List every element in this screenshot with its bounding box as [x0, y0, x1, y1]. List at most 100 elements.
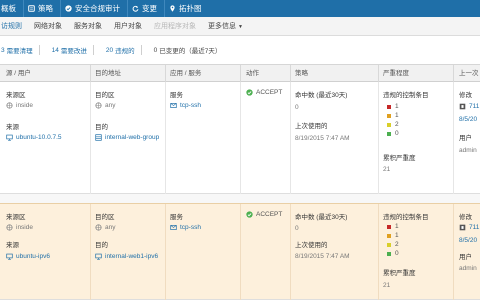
severity-critical-swatch	[387, 224, 391, 229]
revision-id: 711	[469, 224, 480, 231]
filter-label: 需要改进	[60, 48, 87, 55]
cumulative-value: 21	[383, 166, 391, 173]
filter-label: 违规的	[115, 48, 135, 55]
filter-divider	[38, 45, 40, 55]
service-text: tcp-ssh	[180, 224, 201, 231]
severity-high-swatch	[387, 233, 391, 238]
hits-label: 命中数 (最近30天)	[295, 214, 348, 221]
tab-user-objects[interactable]: 用户对象	[108, 17, 148, 36]
violation-high: 1	[387, 111, 399, 120]
service-link[interactable]: tcp-ssh	[170, 102, 201, 109]
column-divider	[290, 65, 291, 82]
column-divider	[90, 82, 91, 194]
last-used-value: 8/19/2015 7:47 AM	[295, 135, 350, 142]
column-divider	[453, 82, 454, 194]
tab-access-rules-label: 访规则	[1, 22, 22, 30]
dest-host-text: internal-web1-ipv6	[105, 253, 159, 260]
source-host-link[interactable]: ubuntu-ipv6	[6, 253, 50, 260]
violation-count: 2	[395, 121, 399, 128]
filter-needs-cleanup[interactable]: 3 需要清理	[0, 45, 46, 55]
column-divider	[165, 204, 166, 300]
violation-low: 0	[387, 129, 399, 138]
nav-policy[interactable]: 策略	[24, 0, 60, 17]
column-header-policy[interactable]: 策略	[295, 65, 308, 82]
sub-navigation: 访规则 网络对象 服务对象 用户对象 应用程序对象 更多信息 ▼	[0, 17, 480, 36]
filter-divider	[140, 45, 142, 55]
dest-group-link[interactable]: internal-web-group	[95, 134, 159, 141]
column-header-last-modified[interactable]: 上一次修	[459, 65, 480, 94]
last-used-label: 上次使用的	[295, 123, 328, 130]
nav-compliance-label: 安全合规审计	[75, 4, 120, 13]
column-header-severity[interactable]: 严重程度	[383, 65, 409, 82]
modified-label: 修改	[459, 214, 472, 221]
filter-count: 3	[1, 46, 5, 54]
column-divider	[165, 82, 166, 194]
severity-critical-swatch	[387, 104, 391, 109]
nav-topology[interactable]: 拓扑图	[165, 0, 209, 17]
nav-dashboard[interactable]: 概板	[0, 0, 23, 17]
violation-count: 1	[395, 223, 399, 230]
column-header-source[interactable]: 源 / 用户	[6, 65, 31, 82]
action-badge: ACCEPT	[246, 211, 282, 218]
hits-value: 0	[295, 104, 299, 111]
severity-medium-swatch	[387, 122, 391, 127]
table-row[interactable]: 来源区 inside 来源 ubuntu-ipv6 目的区 any 目的 int…	[0, 203, 480, 300]
column-header-service[interactable]: 应用 / 服务	[170, 65, 201, 82]
filter-label: 需要清理	[6, 48, 33, 55]
source-host-link[interactable]: ubuntu-10.0.7.5	[6, 134, 62, 141]
severity-low-swatch	[387, 131, 391, 136]
source-zone-text: inside	[16, 224, 33, 231]
tab-access-rules[interactable]: 访规则	[0, 17, 28, 36]
revision-link[interactable]: 711	[459, 103, 479, 110]
violation-critical: 1	[387, 102, 399, 111]
service-icon	[170, 225, 177, 230]
zone-icon	[6, 224, 13, 231]
column-header-action[interactable]: 动作	[246, 65, 259, 82]
column-divider	[453, 204, 454, 300]
filter-changed-recently[interactable]: 0 已变更的（最近7天）	[148, 45, 228, 56]
tab-service-objects[interactable]: 服务对象	[68, 17, 108, 36]
user-label: 用户	[459, 135, 472, 142]
nav-topology-label: 拓扑图	[179, 4, 202, 13]
column-divider	[240, 65, 241, 82]
zone-icon	[95, 224, 102, 231]
service-label: 服务	[170, 92, 183, 99]
revision-id: 711	[469, 103, 480, 110]
table-row[interactable]: 来源区 inside 来源 ubuntu-10.0.7.5 目的区 any 目的…	[0, 82, 480, 194]
dest-group-text: internal-web-group	[105, 134, 160, 141]
dest-host-link[interactable]: internal-web1-ipv6	[95, 253, 158, 260]
group-icon	[95, 134, 102, 141]
nav-compliance[interactable]: 安全合规审计	[61, 0, 127, 17]
tab-network-objects[interactable]: 网络对象	[28, 17, 68, 36]
dest-zone-value: any	[95, 102, 115, 109]
zone-icon	[6, 102, 13, 109]
column-divider	[290, 204, 291, 300]
nav-dashboard-label: 概板	[1, 4, 16, 13]
column-divider	[378, 204, 379, 300]
source-zone-value: inside	[6, 102, 33, 109]
service-label: 服务	[170, 214, 183, 221]
nav-changes[interactable]: 变更	[128, 0, 164, 17]
service-icon	[170, 103, 177, 108]
severity-low-swatch	[387, 251, 391, 256]
modified-date[interactable]: 8/5/20	[459, 116, 477, 123]
modified-date[interactable]: 8/5/20	[459, 237, 477, 244]
filter-needs-improvement[interactable]: 14 需要改进	[46, 45, 100, 55]
user-value: admin	[459, 265, 477, 272]
policy-icon	[28, 5, 35, 12]
filter-violations[interactable]: 20 违规的	[100, 45, 148, 55]
source-host-text: ubuntu-10.0.7.5	[16, 134, 62, 141]
service-text: tcp-ssh	[180, 102, 201, 109]
hits-label: 命中数 (最近30天)	[295, 92, 348, 99]
dest-zone-label: 目的区	[95, 92, 115, 99]
dest-label: 目的	[95, 124, 108, 131]
severity-high-swatch	[387, 113, 391, 118]
tab-more-info-label: 更多信息	[208, 22, 236, 30]
revision-link[interactable]: 711	[459, 224, 479, 231]
tab-more-info[interactable]: 更多信息 ▼	[202, 17, 249, 36]
service-link[interactable]: tcp-ssh	[170, 224, 201, 231]
nav-policy-label: 策略	[38, 4, 53, 13]
user-value: admin	[459, 147, 477, 154]
column-header-destination[interactable]: 目的地址	[95, 65, 121, 82]
map-pin-icon	[170, 5, 175, 12]
